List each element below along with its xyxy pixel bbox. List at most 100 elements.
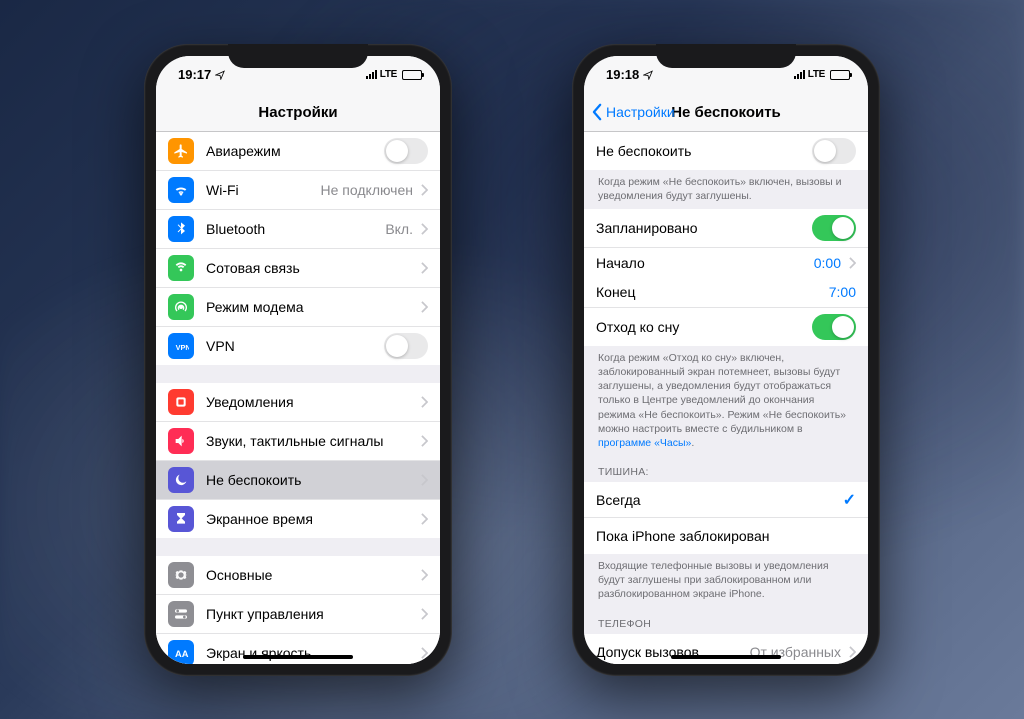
- row-start[interactable]: Начало 0:00: [584, 248, 868, 278]
- row-vpn[interactable]: VPN VPN: [156, 327, 440, 365]
- back-label: Настройки: [606, 104, 675, 120]
- row-label: VPN: [206, 338, 384, 354]
- silence-header: ТИШИНА:: [584, 456, 868, 482]
- row-allow-calls[interactable]: Допуск вызовов От избранных: [584, 634, 868, 664]
- chevron-right-icon: [421, 262, 428, 274]
- chevron-right-icon: [421, 569, 428, 581]
- row-aa[interactable]: AAЭкран и яркость: [156, 634, 440, 664]
- settings-list[interactable]: АвиарежимWi-FiНе подключенBluetoothВкл.С…: [156, 132, 440, 664]
- hotspot-icon: [168, 294, 194, 320]
- row-end[interactable]: Конец 7:00: [584, 278, 868, 308]
- chevron-right-icon: [421, 474, 428, 486]
- start-value: 0:00: [814, 255, 841, 271]
- page-title: Настройки: [258, 104, 337, 121]
- row-airplane[interactable]: Авиарежим: [156, 132, 440, 171]
- row-silence-always[interactable]: Всегда ✓: [584, 482, 868, 518]
- dnd-footer: Когда режим «Не беспокоить» включен, выз…: [584, 170, 868, 209]
- toggle[interactable]: [384, 138, 428, 164]
- notch: [228, 44, 368, 68]
- vpn-icon: VPN: [168, 333, 194, 359]
- chevron-right-icon: [421, 647, 428, 659]
- group-notifications: Уведомления Звуки, тактильные сигналы Не б…: [156, 383, 440, 538]
- row-label: Звуки, тактильные сигналы: [206, 433, 413, 449]
- row-label: Авиарежим: [206, 143, 384, 159]
- dnd-toggle[interactable]: [812, 138, 856, 164]
- dnd-settings[interactable]: Не беспокоить Когда режим «Не беспокоить…: [584, 132, 868, 664]
- row-silence-locked[interactable]: Пока iPhone заблокирован: [584, 518, 868, 554]
- battery-icon: [402, 70, 422, 80]
- start-label: Начало: [596, 255, 814, 271]
- network-label: LTE: [808, 69, 825, 80]
- screen-left: 19:17 LTE Настройки Авиарежим Wi-FiНе под…: [156, 56, 440, 664]
- row-label: Wi-Fi: [206, 182, 321, 198]
- row-sound[interactable]: Звуки, тактильные сигналы: [156, 422, 440, 461]
- row-label: Основные: [206, 567, 413, 583]
- location-icon: [643, 70, 653, 80]
- scheduled-toggle[interactable]: [812, 215, 856, 241]
- toggle[interactable]: [384, 333, 428, 359]
- group-connectivity: АвиарежимWi-FiНе подключенBluetoothВкл.С…: [156, 132, 440, 365]
- nav-bar: Настройки: [156, 94, 440, 132]
- signal-icon: [794, 70, 805, 79]
- group-schedule: Запланировано Начало 0:00 Конец 7:00 Отх…: [584, 209, 868, 346]
- row-hourglass[interactable]: Экранное время: [156, 500, 440, 538]
- page-title: Не беспокоить: [671, 104, 781, 121]
- gear-icon: [168, 562, 194, 588]
- row-hotspot[interactable]: Режим модема: [156, 288, 440, 327]
- clock-app-link[interactable]: программе «Часы»: [598, 437, 691, 449]
- row-label: Пункт управления: [206, 606, 413, 622]
- row-bedtime[interactable]: Отход ко сну: [584, 308, 868, 346]
- chevron-right-icon: [849, 257, 856, 269]
- switches-icon: [168, 601, 194, 627]
- aa-icon: AA: [168, 640, 194, 664]
- airplane-icon: [168, 138, 194, 164]
- chevron-right-icon: [421, 608, 428, 620]
- signal-icon: [366, 70, 377, 79]
- sound-icon: [168, 428, 194, 454]
- row-switches[interactable]: Пункт управления: [156, 595, 440, 634]
- group-phone: Допуск вызовов От избранных: [584, 634, 868, 664]
- wifi-icon: [168, 177, 194, 203]
- svg-text:VPN: VPN: [176, 343, 189, 352]
- row-label: Уведомления: [206, 394, 413, 410]
- status-time: 19:17: [178, 67, 211, 82]
- home-indicator[interactable]: [243, 655, 353, 659]
- bluetooth-icon: [168, 216, 194, 242]
- row-gear[interactable]: Основные: [156, 556, 440, 595]
- chevron-right-icon: [421, 396, 428, 408]
- status-time: 19:18: [606, 67, 639, 82]
- row-cellular[interactable]: Сотовая связь: [156, 249, 440, 288]
- row-scheduled[interactable]: Запланировано: [584, 209, 868, 248]
- network-label: LTE: [380, 69, 397, 80]
- chevron-right-icon: [849, 646, 856, 658]
- home-indicator[interactable]: [671, 655, 781, 659]
- cellular-icon: [168, 255, 194, 281]
- chevron-right-icon: [421, 184, 428, 196]
- svg-text:AA: AA: [175, 649, 189, 659]
- bell-icon: [168, 389, 194, 415]
- scheduled-label: Запланировано: [596, 220, 812, 236]
- silence-always-label: Всегда: [596, 492, 843, 508]
- dnd-label: Не беспокоить: [596, 143, 812, 159]
- row-value: Не подключен: [321, 182, 413, 198]
- chevron-right-icon: [421, 435, 428, 447]
- chevron-right-icon: [421, 223, 428, 235]
- row-value: Вкл.: [385, 221, 413, 237]
- phone-header: ТЕЛЕФОН: [584, 608, 868, 634]
- row-dnd[interactable]: Не беспокоить: [584, 132, 868, 170]
- row-bluetooth[interactable]: BluetoothВкл.: [156, 210, 440, 249]
- silence-footer: Входящие телефонные вызовы и уведомления…: [584, 554, 868, 608]
- end-label: Конец: [596, 284, 829, 300]
- back-button[interactable]: Настройки: [592, 103, 675, 121]
- end-value: 7:00: [829, 284, 856, 300]
- group-dnd-toggle: Не беспокоить: [584, 132, 868, 170]
- row-wifi[interactable]: Wi-FiНе подключен: [156, 171, 440, 210]
- phone-left: 19:17 LTE Настройки Авиарежим Wi-FiНе под…: [144, 44, 452, 676]
- row-moon[interactable]: Не беспокоить: [156, 461, 440, 500]
- row-bell[interactable]: Уведомления: [156, 383, 440, 422]
- bedtime-footer: Когда режим «Отход ко сну» включен, забл…: [584, 346, 868, 456]
- screen-right: 19:18 LTE Настройки Не беспокоить Не бес…: [584, 56, 868, 664]
- bedtime-toggle[interactable]: [812, 314, 856, 340]
- group-general: Основные Пункт управления AAЭкран и яркост…: [156, 556, 440, 664]
- group-silence: Всегда ✓ Пока iPhone заблокирован: [584, 482, 868, 554]
